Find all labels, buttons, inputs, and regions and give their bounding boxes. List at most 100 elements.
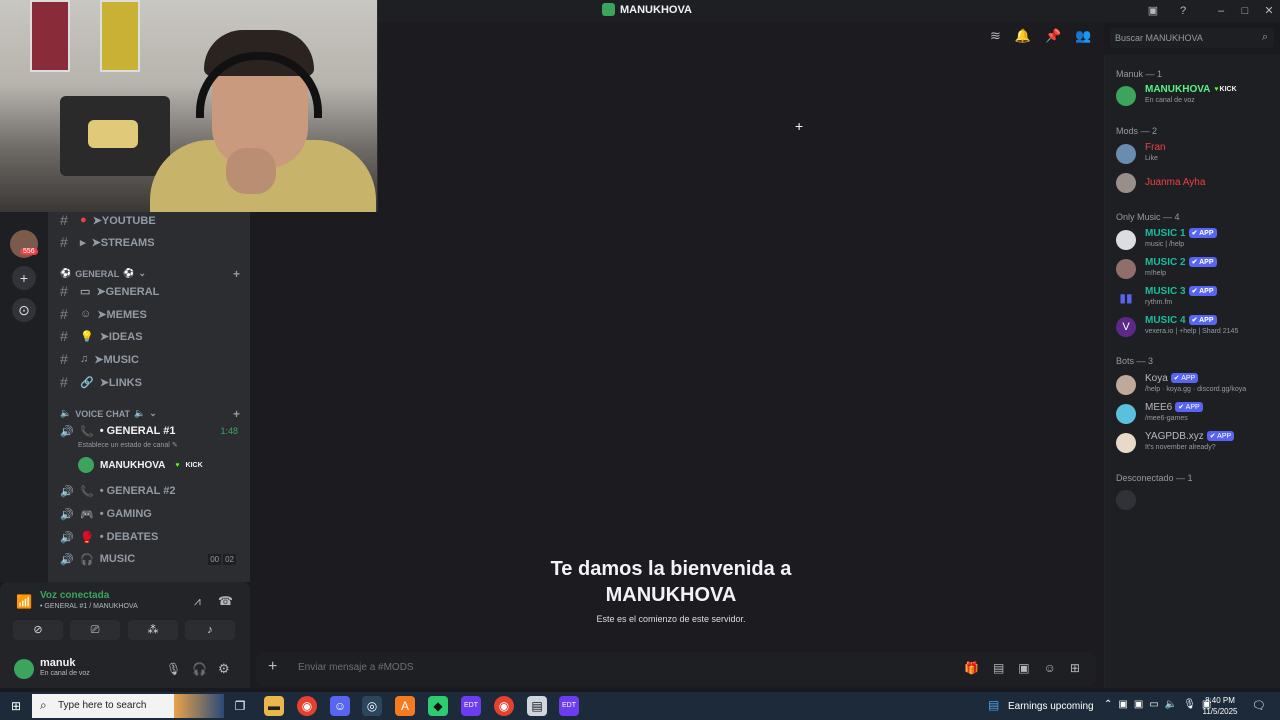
voice-channel-music[interactable]: 🔊 🎧 MUSIC 00 02: [60, 549, 246, 569]
app-edit-icon[interactable]: EDT: [461, 696, 481, 716]
gift-icon[interactable]: 🎁: [964, 661, 979, 675]
member-fran[interactable]: Fran Like: [1116, 142, 1276, 168]
chrome-profile-icon[interactable]: ◉: [494, 696, 514, 716]
pin-icon[interactable]: 📌: [1045, 28, 1061, 44]
category-voice[interactable]: 🔈 VOICE CHAT 🔈 ⌄ +: [60, 407, 240, 421]
add-channel-icon[interactable]: +: [233, 267, 240, 281]
volume-icon[interactable]: 🔈: [1165, 699, 1177, 710]
voice-user[interactable]: MANUKHOVA ♥ KICK: [78, 457, 203, 473]
voice-channel-general-2[interactable]: 🔊 📞 • GENERAL #2: [60, 481, 246, 501]
boxing-glove-icon: 🥊: [80, 531, 94, 544]
channel-links[interactable]: # 🔗 ➤LINKS: [60, 372, 246, 392]
check-icon: ✔: [1178, 404, 1185, 412]
voice-channel-debates[interactable]: 🔊 🥊 • DEBATES: [60, 527, 246, 547]
add-attachment-icon[interactable]: +: [268, 658, 277, 676]
avatar: [1116, 230, 1136, 250]
microphone-icon[interactable]: 🎙: [1183, 699, 1196, 710]
gamepad-icon: 🎮: [80, 508, 94, 521]
member-music-2[interactable]: MUSIC 2 ✔ APP m!help: [1116, 257, 1276, 283]
set-channel-status[interactable]: Establece un estado de canal ✎: [78, 441, 178, 449]
minimize-button[interactable]: –: [1212, 2, 1230, 20]
notifications-icon[interactable]: 🗨: [1252, 699, 1266, 712]
hash-icon: #: [60, 234, 68, 250]
news-widget-icon[interactable]: ▤: [988, 698, 999, 712]
channel-youtube[interactable]: # ● ➤YOUTUBE: [60, 210, 246, 230]
disconnect-icon[interactable]: ☎: [218, 594, 233, 608]
member-music-3[interactable]: ▮▮ MUSIC 3 ✔ APP rythm.fm: [1116, 286, 1276, 312]
member-manukhova[interactable]: MANUKHOVA ♥KICK En canal de voz: [1116, 84, 1276, 110]
close-button[interactable]: ✕: [1260, 2, 1278, 20]
news-widget-text[interactable]: Earnings upcoming: [1008, 701, 1094, 712]
music-note-icon: ♫: [80, 353, 89, 365]
notification-bell-icon[interactable]: 🔔: [1015, 28, 1031, 44]
member-juanma[interactable]: Juanma Ayha: [1116, 171, 1276, 197]
app-a-icon[interactable]: A: [395, 696, 415, 716]
app-green-icon[interactable]: ◆: [428, 696, 448, 716]
channel-ideas[interactable]: # 💡 ➤IDEAS: [60, 326, 246, 346]
discover-icon[interactable]: ⊙: [12, 298, 36, 322]
chevron-down-icon: ⌄: [138, 268, 146, 278]
network-icon[interactable]: ▭: [1149, 699, 1158, 710]
tray-app-icon[interactable]: ▣: [1134, 699, 1143, 710]
search-icon: ⌕: [40, 698, 47, 712]
channel-streams[interactable]: # ▸ ➤STREAMS: [60, 232, 246, 252]
voice-status[interactable]: Voz conectada: [40, 590, 109, 601]
speaker-icon: 🔊: [60, 485, 74, 498]
screen-share-button[interactable]: ⎚: [70, 620, 120, 640]
soundboard-button[interactable]: ♪: [185, 620, 235, 640]
message-composer[interactable]: + Enviar mensaje a #MODS 🎁 ▤ ▣ ☺ ⊞: [256, 652, 1096, 686]
windows-start-icon[interactable]: ⊞: [6, 696, 26, 716]
member-mee6[interactable]: MEE6 ✔ APP/mee6-games: [1116, 402, 1276, 428]
app-edit-icon[interactable]: EDT: [559, 696, 579, 716]
add-channel-icon[interactable]: +: [233, 407, 240, 421]
member-music-1[interactable]: MUSIC 1 ✔ APP music | /help: [1116, 228, 1276, 254]
camera-off-button[interactable]: ⊘: [13, 620, 63, 640]
task-view-icon[interactable]: ❐: [230, 696, 250, 716]
headphones-icon[interactable]: 🎧: [192, 662, 207, 676]
member-music-4[interactable]: V MUSIC 4 ✔ APP vexera.io | +help | Shard 2…: [1116, 315, 1276, 341]
noise-suppression-icon[interactable]: ⩘: [194, 594, 201, 609]
member-group-label: Desconectado — 1: [1116, 473, 1193, 483]
pencil-icon: ✎: [171, 442, 178, 449]
threads-icon[interactable]: ≋: [990, 28, 1001, 44]
member-offline[interactable]: [1116, 488, 1276, 514]
chevron-up-icon[interactable]: ⌃: [1104, 699, 1112, 710]
channel-general[interactable]: # ▭ ➤GENERAL: [60, 281, 246, 301]
clock[interactable]: 8:40 PM 11/5/2025: [1200, 695, 1240, 717]
discord-icon[interactable]: ☺: [330, 696, 350, 716]
file-explorer-icon[interactable]: ▬: [264, 696, 284, 716]
hash-icon: #: [60, 306, 68, 322]
member-koya[interactable]: Koya ✔ APP/help · koya.gg · discord.gg/ko…: [1116, 373, 1276, 399]
help-icon[interactable]: ?: [1174, 2, 1192, 20]
welcome-subtitle: Este es el comienzo de este servidor.: [596, 614, 746, 624]
channel-memes[interactable]: # ☺ ➤MEMES: [60, 304, 246, 324]
activities-button[interactable]: ⁂: [128, 620, 178, 640]
maximize-button[interactable]: □: [1236, 2, 1254, 20]
channel-toolbar: ≋ 🔔 📌 👥: [990, 28, 1091, 44]
channel-music[interactable]: # ♫ ➤MUSIC: [60, 349, 246, 369]
search-icon: ⌕: [1261, 31, 1268, 43]
voice-channel-general-1[interactable]: 🔊 📞 • GENERAL #1 1:48: [60, 421, 246, 441]
avatar[interactable]: [14, 659, 34, 679]
taskbar-search-input[interactable]: ⌕ Type here to search: [32, 694, 224, 718]
tray-app-icon[interactable]: ▣: [1118, 699, 1127, 710]
member-yagpdb[interactable]: YAGPDB.xyz ✔ APP It's november already?: [1116, 431, 1276, 457]
avatar: [78, 457, 94, 473]
sticker-icon[interactable]: ▣: [1018, 661, 1029, 675]
member-list-icon[interactable]: 👥: [1075, 28, 1091, 44]
add-server-icon[interactable]: +: [12, 266, 36, 290]
voice-channel-gaming[interactable]: 🔊 🎮 • GAMING: [60, 504, 246, 524]
search-input[interactable]: Buscar MANUKHOVA ⌕: [1110, 28, 1274, 48]
inbox-icon[interactable]: ▣: [1144, 2, 1162, 20]
steam-icon[interactable]: ◎: [362, 696, 382, 716]
microphone-icon[interactable]: 🎙: [166, 662, 181, 676]
server-icon: [602, 3, 615, 16]
gif-icon[interactable]: ▤: [993, 661, 1004, 675]
chrome-icon[interactable]: ◉: [297, 696, 317, 716]
voice-channel-path[interactable]: • GENERAL #1 / MANUKHOVA: [40, 603, 138, 610]
app-window-icon[interactable]: ▤: [527, 696, 547, 716]
emoji-icon[interactable]: ☺: [1044, 661, 1056, 675]
category-general[interactable]: ⚽ GENERAL ⚽ ⌄ +: [60, 267, 240, 281]
apps-icon[interactable]: ⊞: [1070, 661, 1080, 675]
settings-gear-icon[interactable]: ⚙: [218, 661, 230, 677]
